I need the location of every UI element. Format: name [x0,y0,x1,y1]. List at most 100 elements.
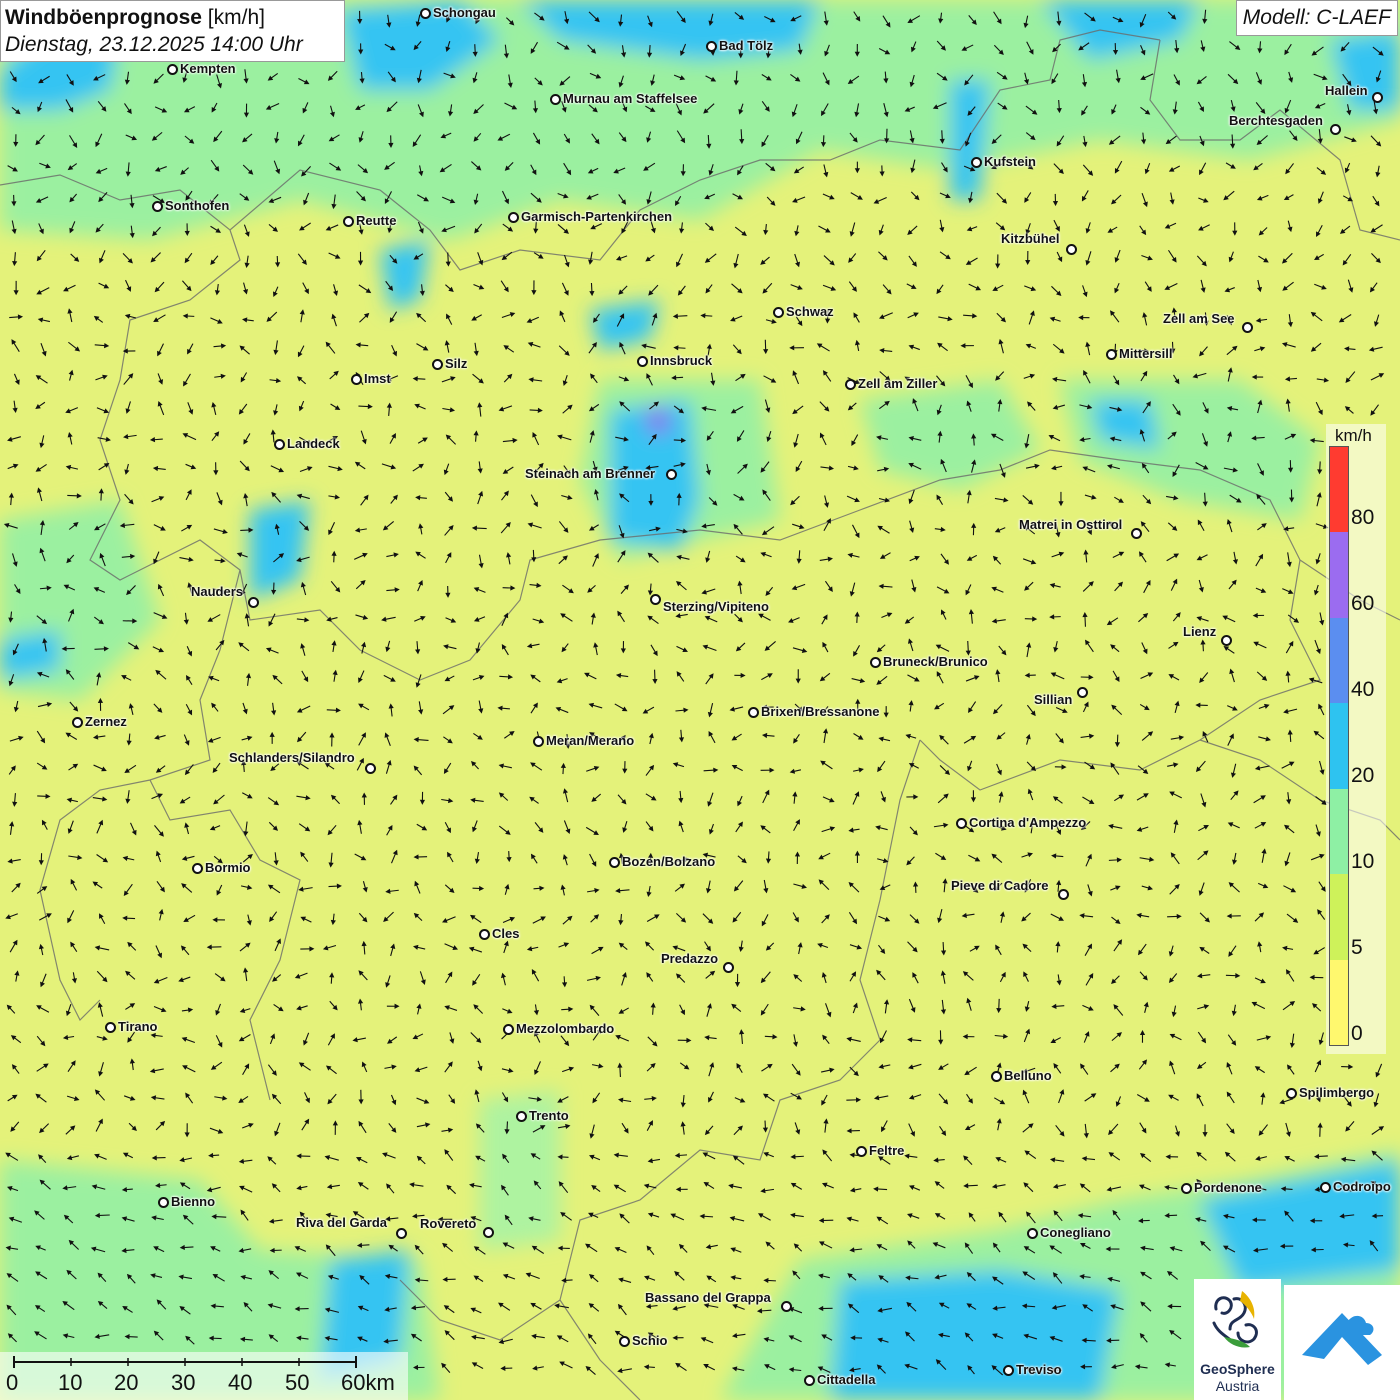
wind-arrow-icon [11,106,21,115]
wind-arrow-icon [358,403,373,410]
wind-arrow-icon [532,432,540,446]
wind-arrow-icon [1286,552,1292,568]
wind-arrow-icon [585,1365,596,1375]
wind-arrow-icon [1344,162,1351,174]
wind-arrow-icon [1253,641,1267,649]
wind-arrow-icon [36,671,50,678]
wind-arrow-icon [995,371,1005,381]
wind-arrow-icon [818,1273,830,1279]
wind-arrow-icon [1284,43,1292,56]
wind-arrow-icon [788,617,800,623]
wind-arrow-icon [474,223,483,234]
wind-arrow-icon [95,167,108,174]
wind-arrow-icon [647,15,653,28]
wind-arrow-icon [704,615,718,623]
wind-arrow-icon [207,614,221,622]
wind-arrow-icon [1022,1123,1034,1133]
wind-arrow-icon [937,342,948,352]
wind-arrow-icon [504,161,514,171]
wind-arrow-icon [274,523,280,535]
wind-arrow-icon [1058,1089,1065,1104]
wind-arrow-icon [995,944,1002,956]
wind-arrow-icon [39,1123,50,1134]
wind-arrow-icon [882,15,891,28]
wind-arrow-icon [1082,1004,1094,1011]
wind-arrow-icon [1023,72,1030,85]
wind-arrow-icon [66,1269,77,1280]
wind-arrow-icon [1230,134,1236,149]
geosphere-logo[interactable]: GeoSphere Austria [1194,1279,1281,1400]
wind-arrow-icon [97,1272,107,1282]
wind-arrow-icon [62,1034,75,1041]
wind-arrow-icon [1051,465,1063,471]
app-logo[interactable] [1284,1285,1400,1400]
wind-arrow-icon [1318,1032,1324,1046]
wind-arrow-icon [442,705,455,715]
wind-arrow-icon [8,1216,23,1223]
city-dot-icon [351,374,362,385]
wind-arrow-icon [239,942,251,952]
wind-arrow-icon [154,281,165,293]
wind-arrow-icon [971,433,977,446]
wind-arrow-icon [735,821,743,833]
wind-arrow-icon [210,317,223,324]
wind-arrow-icon [385,640,391,653]
wind-arrow-icon [357,251,364,266]
wind-arrow-icon [529,407,543,413]
scale-label: 10 [58,1370,83,1395]
wind-arrow-icon [1197,1004,1210,1010]
color-legend: km/h 80 60 40 20 10 5 0 [1326,424,1386,1054]
wind-arrow-icon [99,250,106,264]
wind-arrow-icon [998,791,1004,803]
wind-arrow-icon [557,1154,569,1160]
wind-arrow-icon [8,765,16,775]
wind-arrow-icon [705,222,714,231]
wind-arrow-icon [473,1275,484,1282]
wind-arrow-icon [1170,852,1180,865]
wind-arrow-icon [477,461,483,474]
wind-arrow-icon [591,1185,601,1193]
wind-arrow-icon [849,971,857,982]
wind-arrow-icon [613,1184,626,1193]
wind-arrow-icon [1051,853,1064,859]
wind-arrow-icon [383,674,396,682]
wind-arrow-icon [560,1212,572,1221]
wind-gust-map[interactable]: Schongau Kempten Bad Tölz Murnau am Staffel… [0,0,1400,1400]
legend-colorbar [1329,446,1349,1046]
wind-arrow-icon [646,972,654,982]
wind-arrow-icon [66,1095,80,1101]
wind-arrow-icon [644,941,655,951]
wind-arrow-icon [736,430,745,442]
wind-arrow-icon [1140,106,1151,115]
wind-arrow-icon [879,1030,887,1044]
wind-arrow-icon [942,878,948,893]
wind-arrow-icon [185,703,193,716]
wind-arrow-icon [940,553,949,565]
wind-arrow-icon [940,458,947,473]
wind-arrow-icon [213,794,225,805]
wind-arrow-icon [212,917,225,923]
wind-arrow-icon [562,854,568,866]
wind-arrow-icon [122,618,138,624]
wind-arrow-icon [240,527,254,533]
wind-arrow-icon [678,1243,688,1253]
wind-arrow-icon [124,493,134,505]
wind-arrow-icon [328,852,334,868]
wind-arrow-icon [207,736,221,743]
wind-arrow-icon [151,1215,164,1221]
wind-arrow-icon [964,1332,974,1342]
wind-arrow-icon [1058,491,1064,507]
wind-arrow-icon [991,618,1006,624]
wind-arrow-icon [1023,1182,1034,1193]
wind-arrow-icon [737,165,744,176]
wind-arrow-icon [329,1000,338,1011]
wind-arrow-icon [119,522,135,528]
wind-arrow-icon [1025,105,1038,115]
wind-arrow-icon [239,460,250,472]
city-dot-icon [1330,124,1341,135]
wind-arrow-icon [158,908,164,921]
wind-arrow-icon [390,494,398,504]
wind-arrow-icon [590,373,598,384]
wind-arrow-icon [1200,1240,1211,1252]
wind-arrow-icon [96,819,104,834]
